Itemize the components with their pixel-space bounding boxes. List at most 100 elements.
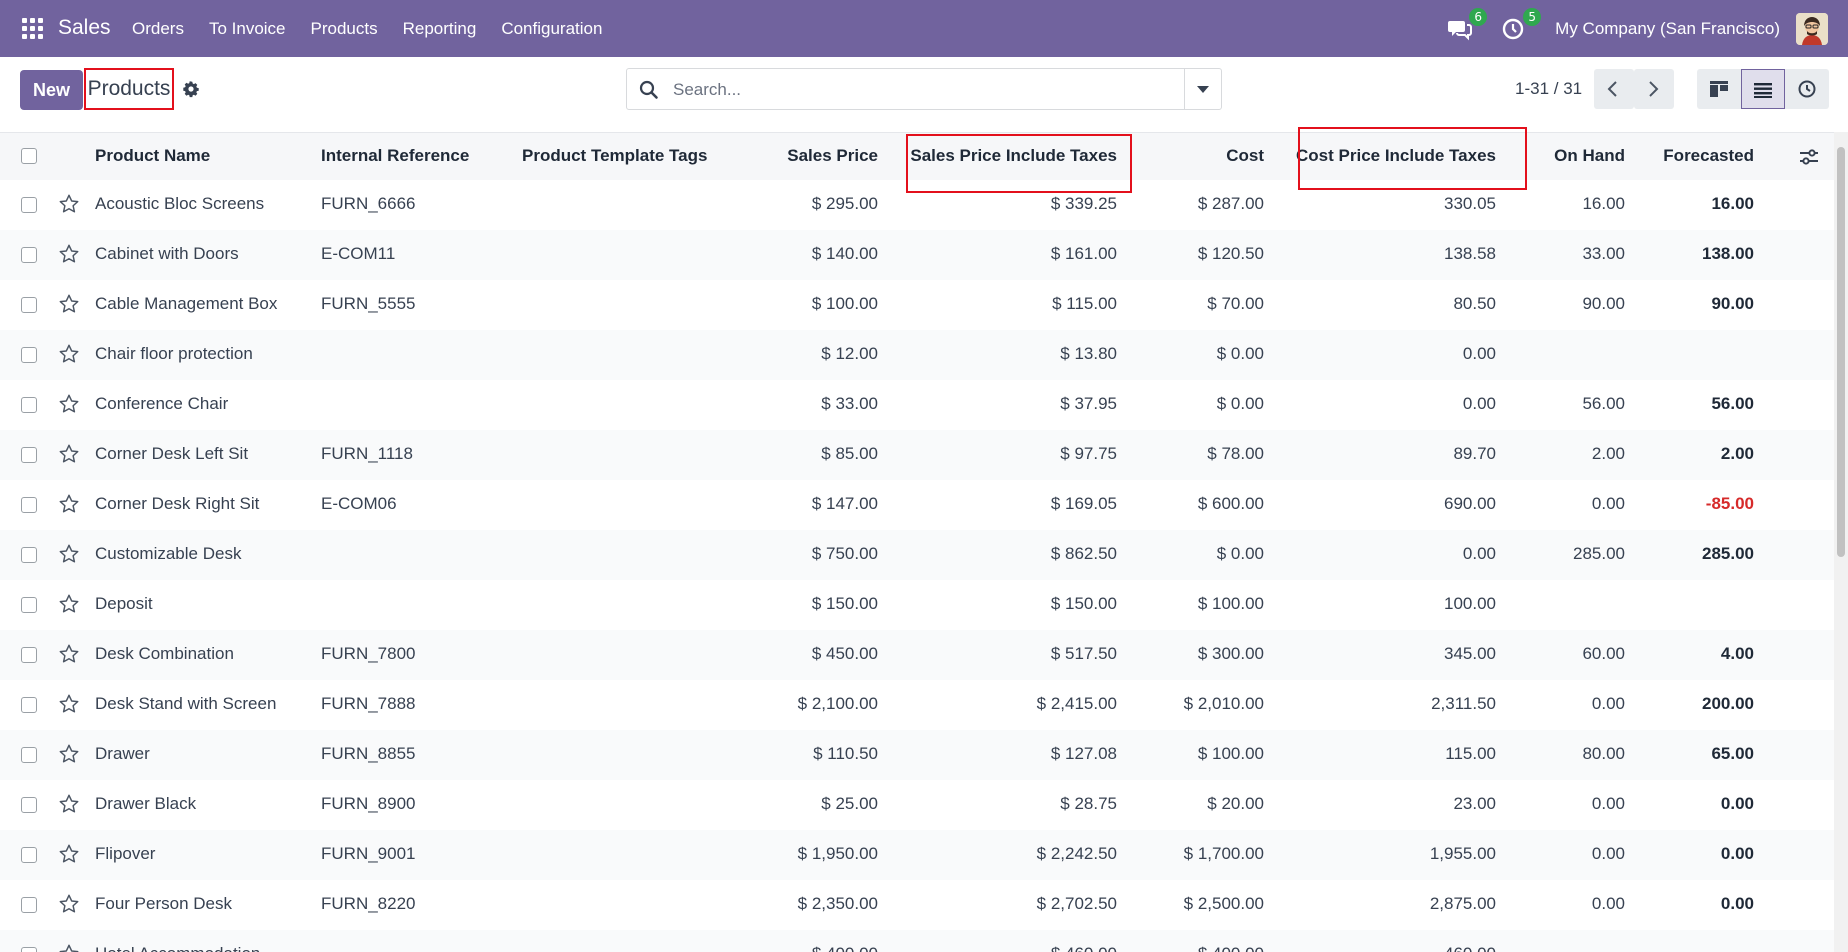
sales-price-include-taxes-cell: $ 150.00	[1050, 594, 1117, 613]
favorite-star-icon[interactable]	[58, 293, 80, 315]
row-checkbox[interactable]	[21, 897, 37, 913]
table-row[interactable]: Flipover FURN_9001 $ 1,950.00 $ 2,242.50 $ 1…	[0, 830, 1834, 881]
cost-price-include-taxes-cell: 23.00	[1453, 794, 1496, 813]
table-row[interactable]: Drawer Black FURN_8900 $ 25.00 $ 28.75 $ 20.…	[0, 780, 1834, 831]
row-checkbox[interactable]	[21, 647, 37, 663]
menu-configuration[interactable]: Configuration	[501, 19, 602, 39]
row-checkbox[interactable]	[21, 247, 37, 263]
col-forecasted[interactable]: Forecasted	[1663, 146, 1754, 166]
internal-reference-cell: FURN_8900	[321, 794, 416, 813]
sales-price-cell: $ 400.00	[812, 944, 878, 952]
internal-reference-cell: FURN_7888	[321, 694, 416, 713]
table-row[interactable]: Cable Management Box FURN_5555 $ 100.00 $ 1…	[0, 280, 1834, 331]
row-checkbox[interactable]	[21, 397, 37, 413]
table-row[interactable]: Corner Desk Left Sit FURN_1118 $ 85.00 $ 97…	[0, 430, 1834, 481]
menu-products[interactable]: Products	[311, 19, 378, 39]
table-row[interactable]: Corner Desk Right Sit E-COM06 $ 147.00 $ 16…	[0, 480, 1834, 531]
messages-icon[interactable]: 6	[1447, 7, 1488, 42]
activity-view-button[interactable]	[1785, 69, 1829, 109]
gear-icon[interactable]	[182, 80, 200, 98]
table-row[interactable]: Deposit $ 150.00 $ 150.00 $ 100.00 100.00	[0, 580, 1834, 631]
menu-orders[interactable]: Orders	[132, 19, 184, 39]
row-checkbox[interactable]	[21, 797, 37, 813]
col-cost[interactable]: Cost	[1226, 146, 1264, 166]
cost-cell: $ 287.00	[1197, 194, 1264, 213]
favorite-star-icon[interactable]	[58, 843, 80, 865]
cost-cell: $ 0.00	[1216, 394, 1264, 413]
internal-reference-cell: FURN_8220	[321, 894, 416, 913]
row-checkbox[interactable]	[21, 547, 37, 563]
sales-price-cell: $ 750.00	[811, 544, 878, 563]
pager-previous-button[interactable]	[1594, 69, 1634, 109]
search-input[interactable]	[671, 77, 1175, 103]
favorite-star-icon[interactable]	[58, 393, 80, 415]
user-avatar[interactable]	[1796, 12, 1828, 45]
row-checkbox[interactable]	[21, 347, 37, 363]
table-row[interactable]: Desk Combination FURN_7800 $ 450.00 $ 517.5…	[0, 630, 1834, 681]
row-checkbox[interactable]	[21, 697, 37, 713]
company-switcher[interactable]: My Company (San Francisco)	[1555, 19, 1780, 39]
row-checkbox[interactable]	[21, 947, 37, 952]
favorite-star-icon[interactable]	[58, 643, 80, 665]
favorite-star-icon[interactable]	[58, 493, 80, 515]
sales-price-include-taxes-cell: $ 2,702.50	[1036, 894, 1117, 913]
favorite-star-icon[interactable]	[58, 943, 80, 952]
table-row[interactable]: Customizable Desk $ 750.00 $ 862.50 $ 0.00 0…	[0, 530, 1834, 581]
col-product-template-tags[interactable]: Product Template Tags	[522, 146, 707, 166]
select-all-checkbox[interactable]	[21, 148, 37, 164]
favorite-star-icon[interactable]	[58, 793, 80, 815]
menu-to-invoice[interactable]: To Invoice	[209, 19, 286, 39]
pager-next-button[interactable]	[1634, 69, 1674, 109]
sales-price-include-taxes-cell: $ 2,415.00	[1036, 694, 1117, 713]
favorite-star-icon[interactable]	[58, 543, 80, 565]
favorite-star-icon[interactable]	[58, 243, 80, 265]
row-checkbox[interactable]	[21, 847, 37, 863]
favorite-star-icon[interactable]	[58, 743, 80, 765]
table-row[interactable]: Cabinet with Doors E-COM11 $ 140.00 $ 161.0…	[0, 230, 1834, 281]
activities-clock-icon[interactable]: 5	[1501, 7, 1542, 42]
list-view-button[interactable]	[1741, 69, 1785, 109]
scrollbar-thumb[interactable]	[1837, 147, 1845, 557]
sales-price-include-taxes-cell: $ 127.08	[1050, 744, 1117, 763]
menu-reporting[interactable]: Reporting	[403, 19, 477, 39]
row-checkbox[interactable]	[21, 297, 37, 313]
col-internal-reference[interactable]: Internal Reference	[321, 146, 469, 166]
favorite-star-icon[interactable]	[58, 693, 80, 715]
sales-price-include-taxes-cell: $ 97.75	[1060, 444, 1117, 463]
on-hand-cell: 90.00	[1582, 294, 1625, 313]
row-checkbox[interactable]	[21, 497, 37, 513]
favorite-star-icon[interactable]	[58, 443, 80, 465]
table-row[interactable]: Chair floor protection $ 12.00 $ 13.80 $ 0.…	[0, 330, 1834, 381]
favorite-star-icon[interactable]	[58, 343, 80, 365]
table-row[interactable]: Desk Stand with Screen FURN_7888 $ 2,100.0…	[0, 680, 1834, 731]
table-row[interactable]: Hotel Accommodation $ 400.00 $ 460.00 $ 400…	[0, 930, 1834, 952]
col-product-name[interactable]: Product Name	[95, 146, 210, 166]
favorite-star-icon[interactable]	[58, 893, 80, 915]
row-checkbox[interactable]	[21, 597, 37, 613]
kanban-view-button[interactable]	[1697, 69, 1741, 109]
pager-value[interactable]: 1-31 / 31	[1515, 79, 1582, 99]
favorite-star-icon[interactable]	[58, 593, 80, 615]
on-hand-cell: 0.00	[1591, 844, 1625, 863]
sales-price-include-taxes-cell: $ 169.05	[1050, 494, 1117, 513]
table-row[interactable]: Drawer FURN_8855 $ 110.50 $ 127.08 $ 100.00 1…	[0, 730, 1834, 781]
row-checkbox[interactable]	[21, 197, 37, 213]
new-button[interactable]: New	[20, 70, 83, 110]
favorite-star-icon[interactable]	[58, 193, 80, 215]
row-checkbox[interactable]	[21, 447, 37, 463]
app-name[interactable]: Sales	[58, 16, 111, 40]
forecasted-cell: 285.00	[1702, 544, 1754, 563]
clock-icon	[1798, 80, 1816, 98]
apps-grid-icon[interactable]	[22, 18, 44, 40]
table-row[interactable]: Four Person Desk FURN_8220 $ 2,350.00 $ 2,7…	[0, 880, 1834, 931]
col-on-hand[interactable]: On Hand	[1554, 146, 1625, 166]
sales-price-include-taxes-cell: $ 339.25	[1050, 194, 1117, 213]
cost-cell: $ 70.00	[1207, 294, 1264, 313]
row-checkbox[interactable]	[21, 747, 37, 763]
optional-columns-toggle-icon[interactable]	[1799, 148, 1819, 166]
search-options-dropdown-toggle[interactable]	[1184, 69, 1221, 109]
col-sales-price[interactable]: Sales Price	[787, 146, 878, 166]
vertical-scrollbar[interactable]	[1834, 132, 1848, 952]
product-name-cell: Drawer Black	[95, 794, 197, 813]
table-row[interactable]: Conference Chair $ 33.00 $ 37.95 $ 0.00 0.00…	[0, 380, 1834, 431]
